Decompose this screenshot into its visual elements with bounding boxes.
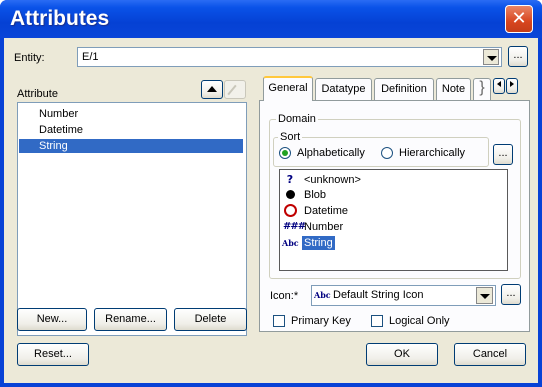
primary-key-label[interactable]: Primary Key [291, 315, 351, 327]
icon-field-value: Default String Icon [333, 289, 424, 301]
reset-button[interactable]: Reset... [17, 343, 89, 366]
clock-icon [284, 204, 297, 217]
chevron-down-icon[interactable] [483, 49, 499, 65]
pencil-icon [227, 84, 237, 96]
arrow-left-icon [497, 81, 501, 87]
cancel-button[interactable]: Cancel [454, 343, 526, 366]
arrow-up-icon [207, 86, 217, 92]
arrow-right-icon [510, 81, 514, 87]
dialog-client-area: Entity: E/1 ... Attribute Number Datetim… [4, 38, 538, 383]
general-tab-panel: Domain Sort Alphabetically Hierarchicall… [259, 100, 530, 332]
attribute-list[interactable]: Number Datetime String [17, 102, 247, 336]
close-button[interactable]: ✕ [505, 5, 533, 33]
abc-string-icon: Abc [314, 290, 331, 300]
question-icon: ? [286, 173, 294, 186]
number-hash-icon: ### [283, 221, 306, 232]
sort-alphabetically-label[interactable]: Alphabetically [297, 147, 365, 159]
list-item[interactable]: String [19, 139, 243, 153]
rename-button[interactable]: Rename... [94, 308, 167, 331]
domain-item-string[interactable]: String [302, 236, 335, 250]
domain-item-number[interactable]: Number [304, 221, 343, 233]
entity-label: Entity: [14, 52, 45, 64]
sort-hierarchically-label[interactable]: Hierarchically [399, 147, 465, 159]
chevron-down-icon[interactable] [476, 287, 493, 304]
dialog-window: Attributes ✕ Entity: E/1 ... Attribute N… [0, 0, 542, 387]
tab-more[interactable]: } [473, 78, 491, 100]
list-item[interactable]: Number [19, 107, 243, 121]
domain-group-label: Domain [276, 113, 318, 125]
tab-general[interactable]: General [263, 76, 313, 101]
icon-browse-button[interactable]: ... [501, 284, 521, 305]
icon-field-label: Icon:* [270, 290, 299, 302]
primary-key-checkbox[interactable] [273, 315, 285, 327]
abc-string-icon: Abc [282, 238, 299, 248]
tab-definition[interactable]: Definition [374, 78, 434, 100]
move-up-button[interactable] [201, 80, 223, 99]
entity-value: E/1 [82, 51, 99, 63]
list-item[interactable]: Datetime [19, 123, 243, 137]
new-button[interactable]: New... [17, 308, 87, 331]
logical-only-checkbox[interactable] [371, 315, 383, 327]
domain-tree[interactable]: ? <unknown> Blob Datetime ### Number Abc… [279, 169, 508, 271]
dialog-title: Attributes [10, 7, 110, 30]
black-dot-icon [286, 190, 295, 199]
entity-browse-button[interactable]: ... [508, 46, 528, 67]
delete-button[interactable]: Delete [174, 308, 247, 331]
tab-scroll-left-button[interactable] [493, 78, 505, 94]
icon-combo[interactable]: Abc Default String Icon [311, 285, 496, 306]
tab-note[interactable]: Note [436, 78, 471, 100]
sort-hierarchically-radio[interactable] [381, 147, 393, 159]
title-bar[interactable]: Attributes ✕ [0, 0, 542, 38]
edit-button[interactable] [224, 80, 246, 99]
ok-button[interactable]: OK [366, 343, 438, 366]
sort-alphabetically-radio[interactable] [279, 147, 291, 159]
domain-browse-button[interactable]: ... [493, 144, 513, 165]
tab-scroll-right-button[interactable] [506, 78, 518, 94]
entity-combo[interactable]: E/1 [77, 47, 502, 67]
sort-group-label: Sort [278, 131, 303, 143]
logical-only-label[interactable]: Logical Only [389, 315, 450, 327]
domain-item-unknown[interactable]: <unknown> [304, 174, 361, 186]
tab-datatype[interactable]: Datatype [315, 78, 372, 100]
domain-item-datetime[interactable]: Datetime [304, 205, 348, 217]
attribute-list-label: Attribute [17, 88, 58, 100]
domain-item-blob[interactable]: Blob [304, 189, 326, 201]
